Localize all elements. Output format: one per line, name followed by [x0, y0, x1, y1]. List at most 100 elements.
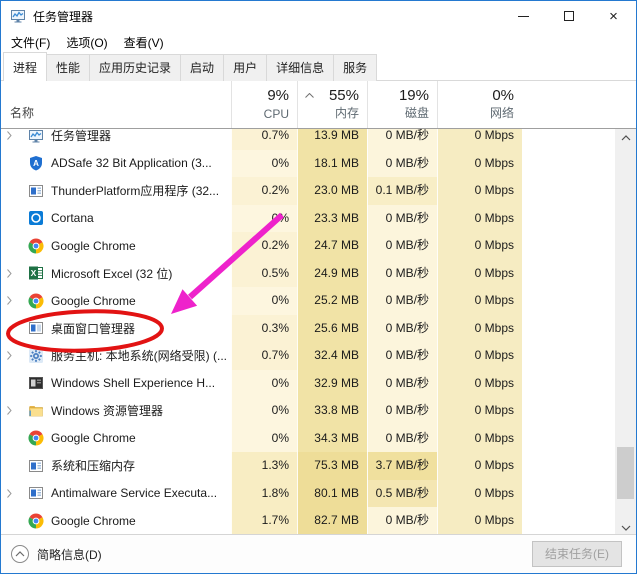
- tab-strip: 进程性能应用历史记录启动用户详细信息服务: [1, 54, 636, 81]
- mem-cell: 23.0 MB: [297, 177, 367, 205]
- mem-cell: 33.8 MB: [297, 397, 367, 425]
- cpu-cell: 0.2%: [231, 232, 297, 260]
- process-name: Google Chrome: [51, 431, 136, 445]
- tab-0[interactable]: 进程: [3, 52, 47, 81]
- table-row[interactable]: Google Chrome0%34.3 MB0 MB/秒0 Mbps: [1, 425, 615, 453]
- expand-chevron-icon[interactable]: [7, 480, 19, 508]
- tab-4[interactable]: 用户: [223, 54, 267, 81]
- cpu-cell: 0%: [231, 150, 297, 178]
- expand-chevron-icon[interactable]: [7, 397, 19, 425]
- tab-6[interactable]: 服务: [333, 54, 377, 81]
- menu-item-2[interactable]: 查看(V): [116, 32, 172, 53]
- taskmgr-icon: [28, 129, 44, 144]
- column-label: 内存: [335, 104, 359, 121]
- net-cell: 0 Mbps: [437, 397, 522, 425]
- column-name-header[interactable]: 名称: [10, 104, 34, 121]
- column-usage: 9%: [267, 87, 289, 104]
- column-usage: 19%: [399, 87, 429, 104]
- table-row[interactable]: XMicrosoft Excel (32 位)0.5%24.9 MB0 MB/秒…: [1, 260, 615, 288]
- process-name: Windows 资源管理器: [51, 402, 163, 419]
- mem-cell: 23.3 MB: [297, 205, 367, 233]
- sort-ascending-icon: [305, 93, 314, 98]
- column-header-mem[interactable]: 55%内存: [297, 81, 367, 128]
- disk-cell: 0 MB/秒: [367, 370, 437, 398]
- chevron-up-circle-icon: [11, 545, 29, 563]
- cpu-cell: 0%: [231, 397, 297, 425]
- table-row[interactable]: Antimalware Service Executa...1.8%80.1 M…: [1, 480, 615, 508]
- disk-cell: 0 MB/秒: [367, 397, 437, 425]
- expand-chevron-icon[interactable]: [7, 129, 19, 150]
- table-row[interactable]: Windows Shell Experience H...0%32.9 MB0 …: [1, 370, 615, 398]
- mem-cell: 25.6 MB: [297, 315, 367, 343]
- column-label: 磁盘: [405, 104, 429, 121]
- scrollbar-thumb[interactable]: [617, 447, 634, 499]
- column-header-net[interactable]: 0%网络: [437, 81, 522, 128]
- column-header-disk[interactable]: 19%磁盘: [367, 81, 437, 128]
- cpu-cell: 1.3%: [231, 452, 297, 480]
- app-window-icon: [28, 183, 44, 199]
- vertical-scrollbar[interactable]: [615, 129, 636, 536]
- cpu-cell: 0.7%: [231, 129, 297, 150]
- expand-chevron-icon[interactable]: [7, 260, 19, 288]
- table-row[interactable]: 任务管理器0.7%13.9 MB0 MB/秒0 Mbps: [1, 129, 615, 150]
- table-row[interactable]: Google Chrome0%25.2 MB0 MB/秒0 Mbps: [1, 287, 615, 315]
- disk-cell: 3.7 MB/秒: [367, 452, 437, 480]
- cpu-cell: 0.5%: [231, 260, 297, 288]
- close-button[interactable]: ×: [591, 1, 636, 31]
- menu-item-1[interactable]: 选项(O): [58, 32, 115, 53]
- mem-cell: 18.1 MB: [297, 150, 367, 178]
- table-row[interactable]: 服务主机: 本地系统(网络受限) (...0.7%32.4 MB0 MB/秒0 …: [1, 342, 615, 370]
- fewer-details-toggle[interactable]: 简略信息(D): [11, 545, 102, 563]
- disk-cell: 0 MB/秒: [367, 232, 437, 260]
- mem-cell: 32.9 MB: [297, 370, 367, 398]
- column-usage: 55%: [329, 87, 359, 104]
- disk-cell: 0 MB/秒: [367, 315, 437, 343]
- disk-cell: 0 MB/秒: [367, 150, 437, 178]
- tab-2[interactable]: 应用历史记录: [89, 54, 181, 81]
- net-cell: 0 Mbps: [437, 342, 522, 370]
- cpu-cell: 0.3%: [231, 315, 297, 343]
- explorer-folder-icon: [28, 403, 44, 419]
- column-header-cpu[interactable]: 9%CPU: [231, 81, 297, 128]
- expand-chevron-icon[interactable]: [7, 342, 19, 370]
- tab-3[interactable]: 启动: [180, 54, 224, 81]
- table-row[interactable]: Windows 资源管理器 0%33.8 MB0 MB/秒0 Mbps: [1, 397, 615, 425]
- net-cell: 0 Mbps: [437, 425, 522, 453]
- window-title: 任务管理器: [33, 8, 93, 25]
- table-row[interactable]: Cortana0%23.3 MB0 MB/秒0 Mbps: [1, 205, 615, 233]
- column-usage: 0%: [492, 87, 514, 104]
- cpu-cell: 0%: [231, 287, 297, 315]
- net-cell: 0 Mbps: [437, 452, 522, 480]
- tab-5[interactable]: 详细信息: [266, 54, 334, 81]
- end-task-button[interactable]: 结束任务(E): [532, 541, 622, 567]
- menu-item-0[interactable]: 文件(F): [3, 32, 58, 53]
- fewer-details-label: 简略信息(D): [37, 546, 102, 563]
- expand-chevron-icon[interactable]: [7, 287, 19, 315]
- table-row[interactable]: 系统和压缩内存1.3%75.3 MB3.7 MB/秒0 Mbps: [1, 452, 615, 480]
- mem-cell: 13.9 MB: [297, 129, 367, 150]
- mem-cell: 24.9 MB: [297, 260, 367, 288]
- net-cell: 0 Mbps: [437, 232, 522, 260]
- process-name: Antimalware Service Executa...: [51, 486, 217, 500]
- minimize-button[interactable]: [501, 1, 546, 31]
- table-row[interactable]: Google Chrome0.2%24.7 MB0 MB/秒0 Mbps: [1, 232, 615, 260]
- table-row[interactable]: ThunderPlatform应用程序 (32...0.2%23.0 MB0.1…: [1, 177, 615, 205]
- maximize-button[interactable]: [546, 1, 591, 31]
- process-name: ThunderPlatform应用程序 (32...: [51, 182, 219, 199]
- scroll-up-button[interactable]: [615, 129, 636, 146]
- table-row[interactable]: 桌面窗口管理器0.3%25.6 MB0 MB/秒0 Mbps: [1, 315, 615, 343]
- net-cell: 0 Mbps: [437, 150, 522, 178]
- tab-1[interactable]: 性能: [46, 54, 90, 81]
- menu-bar: 文件(F)选项(O)查看(V): [1, 31, 636, 54]
- table-row[interactable]: AADSafe 32 Bit Application (3...0%18.1 M…: [1, 150, 615, 178]
- app-window-icon: [28, 485, 44, 501]
- table-row[interactable]: Google Chrome1.7%82.7 MB0 MB/秒0 Mbps: [1, 507, 615, 535]
- net-cell: 0 Mbps: [437, 370, 522, 398]
- mem-cell: 25.2 MB: [297, 287, 367, 315]
- task-manager-window: 任务管理器 × 文件(F)选项(O)查看(V) 进程性能应用历史记录启动用户详细…: [0, 0, 637, 574]
- svg-text:A: A: [33, 159, 39, 168]
- chrome-icon: [28, 513, 44, 529]
- net-cell: 0 Mbps: [437, 507, 522, 535]
- cortana-icon: [28, 210, 44, 226]
- close-icon: ×: [609, 9, 618, 24]
